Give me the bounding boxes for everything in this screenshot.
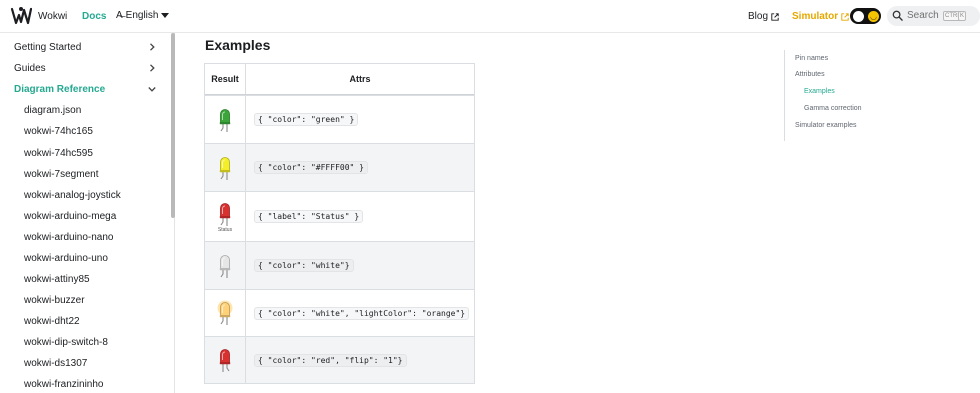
wokwi-logo-icon — [10, 7, 32, 25]
external-link-icon — [841, 12, 849, 21]
attrs-code: { "label": "Status" } — [254, 210, 364, 223]
kbd-k: K — [958, 11, 967, 21]
led-icon — [219, 203, 231, 226]
sidebar-item-wokwi-dip-switch-8[interactable]: wokwi-dip-switch-8 — [24, 337, 108, 348]
chevron-down-icon[interactable] — [148, 85, 156, 93]
sidebar-item-wokwi-franzininho[interactable]: wokwi-franzininho — [24, 379, 103, 390]
led-icon — [219, 254, 231, 278]
language-dropdown[interactable]: A̶ English — [116, 10, 170, 21]
table-row: { "color": "red", "flip": "1"} — [205, 336, 474, 383]
sidebar-item-wokwi-buzzer[interactable]: wokwi-buzzer — [24, 295, 85, 306]
table-row: { "color": "white"} — [205, 241, 474, 289]
sidebar-item-wokwi-74hc595[interactable]: wokwi-74hc595 — [24, 148, 93, 159]
nav-blog-link[interactable]: Blog — [748, 11, 779, 22]
blog-label: Blog — [748, 11, 769, 22]
brand-name[interactable]: Wokwi — [38, 11, 67, 22]
sidebar-item-wokwi-7segment[interactable]: wokwi-7segment — [24, 169, 98, 180]
top-navbar: Wokwi Docs A̶ English Blog Simulator ◡ S… — [0, 0, 980, 33]
sidebar-item-wokwi-arduino-uno[interactable]: wokwi-arduino-uno — [24, 253, 108, 264]
table-row: Status { "label": "Status" } — [205, 191, 474, 241]
search-button[interactable]: Search CTRL K — [887, 6, 980, 26]
search-icon — [892, 10, 903, 21]
brand-link[interactable] — [10, 6, 32, 26]
sidebar-category-diagram-reference[interactable]: Diagram Reference — [14, 84, 105, 95]
table-row: { "color": "white", "lightColor": "orang… — [205, 289, 474, 336]
sidebar-item-wokwi-analog-joystick[interactable]: wokwi-analog-joystick — [24, 190, 121, 201]
examples-table: Result Attrs { "color": "green" } { "col… — [204, 63, 475, 384]
attrs-code: { "color": "white", "lightColor": "orang… — [254, 306, 470, 320]
table-header-row: Result Attrs — [205, 64, 474, 95]
led-icon — [219, 156, 231, 180]
search-placeholder: Search — [907, 10, 939, 21]
chevron-right-icon[interactable] — [148, 64, 156, 72]
caret-down-icon — [161, 13, 170, 18]
sidebar-item-wokwi-74hc165[interactable]: wokwi-74hc165 — [24, 126, 93, 137]
column-header-attrs: Attrs — [349, 74, 371, 84]
toc-item-examples[interactable]: Examples — [804, 88, 835, 95]
sidebar-item-wokwi-arduino-mega[interactable]: wokwi-arduino-mega — [24, 211, 116, 222]
sun-icon: ◡ — [868, 11, 879, 22]
led-icon — [219, 349, 231, 372]
sidebar-category-getting-started[interactable]: Getting Started — [14, 42, 81, 53]
led-icon — [217, 300, 233, 325]
language-label: English — [125, 10, 159, 21]
table-of-contents: Pin names Attributes Examples Gamma corr… — [784, 50, 934, 141]
toc-item-attributes[interactable]: Attributes — [795, 71, 825, 78]
page-title: Examples — [205, 37, 271, 53]
external-link-icon — [771, 12, 779, 21]
nav-simulator-link[interactable]: Simulator — [792, 11, 849, 22]
simulator-label: Simulator — [792, 11, 839, 22]
translate-icon: A̶ — [116, 10, 123, 21]
sidebar-category-guides[interactable]: Guides — [14, 63, 46, 74]
chevron-right-icon[interactable] — [148, 43, 156, 51]
toc-item-simulator-examples[interactable]: Simulator examples — [795, 122, 856, 129]
table-row: { "color": "#FFFF00" } — [205, 143, 474, 191]
sidebar: Getting Started Guides Diagram Reference… — [0, 33, 175, 393]
sidebar-item-wokwi-ds1307[interactable]: wokwi-ds1307 — [24, 358, 87, 369]
sidebar-scrollbar[interactable] — [171, 33, 175, 218]
attrs-code: { "color": "red", "flip": "1"} — [254, 353, 407, 367]
led-icon — [219, 108, 231, 132]
attrs-code: { "color": "white"} — [254, 259, 354, 272]
toc-item-gamma-correction[interactable]: Gamma correction — [804, 105, 862, 112]
nav-docs-link[interactable]: Docs — [82, 11, 106, 22]
sidebar-item-wokwi-arduino-nano[interactable]: wokwi-arduino-nano — [24, 232, 114, 243]
sidebar-item-diagram-json[interactable]: diagram.json — [24, 105, 81, 116]
sidebar-item-wokwi-dht22[interactable]: wokwi-dht22 — [24, 316, 80, 327]
sidebar-item-wokwi-attiny85[interactable]: wokwi-attiny85 — [24, 274, 90, 285]
moon-icon — [853, 11, 864, 22]
theme-toggle[interactable]: ◡ — [850, 8, 881, 24]
attrs-code: { "color": "green" } — [254, 113, 359, 126]
attrs-code: { "color": "#FFFF00" } — [254, 161, 368, 174]
toc-item-pin-names[interactable]: Pin names — [795, 55, 828, 62]
led-label: Status — [217, 227, 233, 233]
table-row: { "color": "green" } — [205, 95, 474, 143]
column-header-result: Result — [211, 74, 239, 84]
